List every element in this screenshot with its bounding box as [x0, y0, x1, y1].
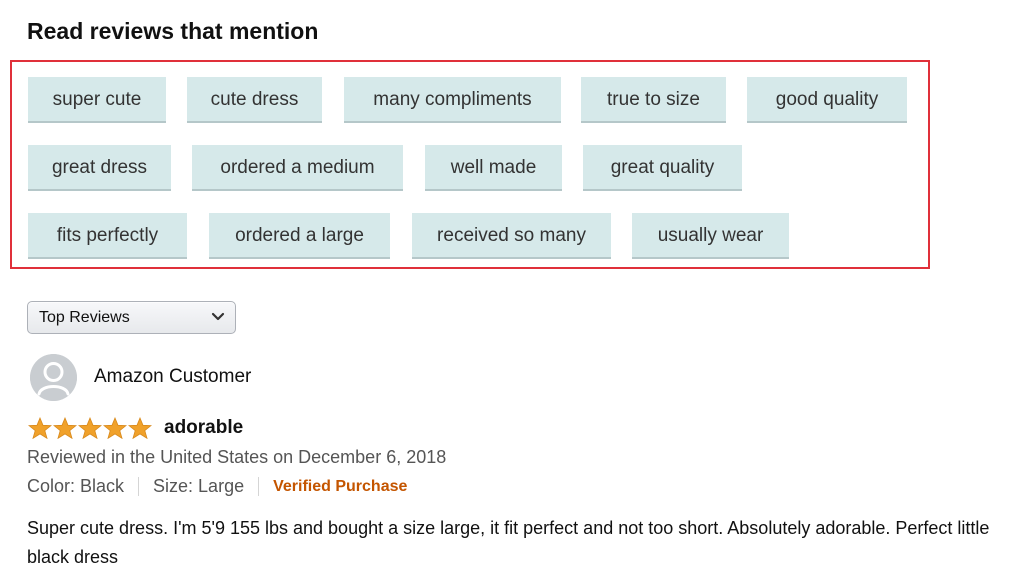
star-icon	[28, 417, 52, 439]
divider	[138, 477, 140, 496]
star-icon	[78, 417, 102, 439]
review-title[interactable]: adorable	[164, 417, 243, 439]
reviewer-name[interactable]: Amazon Customer	[94, 366, 251, 388]
chip-many-compliments[interactable]: many compliments	[344, 77, 561, 123]
review-body: Super cute dress. I'm 5'9 155 lbs and bo…	[27, 518, 990, 567]
chip-usually-wear[interactable]: usually wear	[632, 213, 789, 259]
star-rating[interactable]	[28, 417, 152, 439]
mentions-title: Read reviews that mention	[27, 18, 319, 44]
star-icon	[53, 417, 77, 439]
chevron-down-icon	[211, 312, 225, 321]
star-icon	[103, 417, 127, 439]
chip-cute-dress[interactable]: cute dress	[187, 77, 322, 123]
chip-received-so-many[interactable]: received so many	[412, 213, 611, 259]
sort-reviews-dropdown[interactable]: Top Reviews	[27, 301, 236, 334]
chip-great-dress[interactable]: great dress	[28, 145, 171, 191]
star-icon	[128, 417, 152, 439]
verified-purchase-badge: Verified Purchase	[273, 477, 408, 495]
chip-super-cute[interactable]: super cute	[28, 77, 166, 123]
user-avatar-icon	[30, 354, 77, 401]
chip-fits-perfectly[interactable]: fits perfectly	[28, 213, 187, 259]
variant-size[interactable]: Size: Large	[153, 476, 244, 497]
chip-true-to-size[interactable]: true to size	[581, 77, 726, 123]
chip-ordered-a-large[interactable]: ordered a large	[209, 213, 390, 259]
chip-good-quality[interactable]: good quality	[747, 77, 907, 123]
sort-selected-value: Top Reviews	[39, 309, 130, 326]
divider	[258, 477, 260, 496]
chip-well-made[interactable]: well made	[425, 145, 562, 191]
chip-ordered-a-medium[interactable]: ordered a medium	[192, 145, 403, 191]
review-date: Reviewed in the United States on Decembe…	[27, 447, 447, 467]
review-variant-info: Color: Black Size: Large Verified Purcha…	[27, 476, 407, 497]
mentions-chips-panel: super cute cute dress many compliments t…	[10, 60, 930, 269]
variant-color[interactable]: Color: Black	[27, 476, 124, 497]
chip-great-quality[interactable]: great quality	[583, 145, 742, 191]
